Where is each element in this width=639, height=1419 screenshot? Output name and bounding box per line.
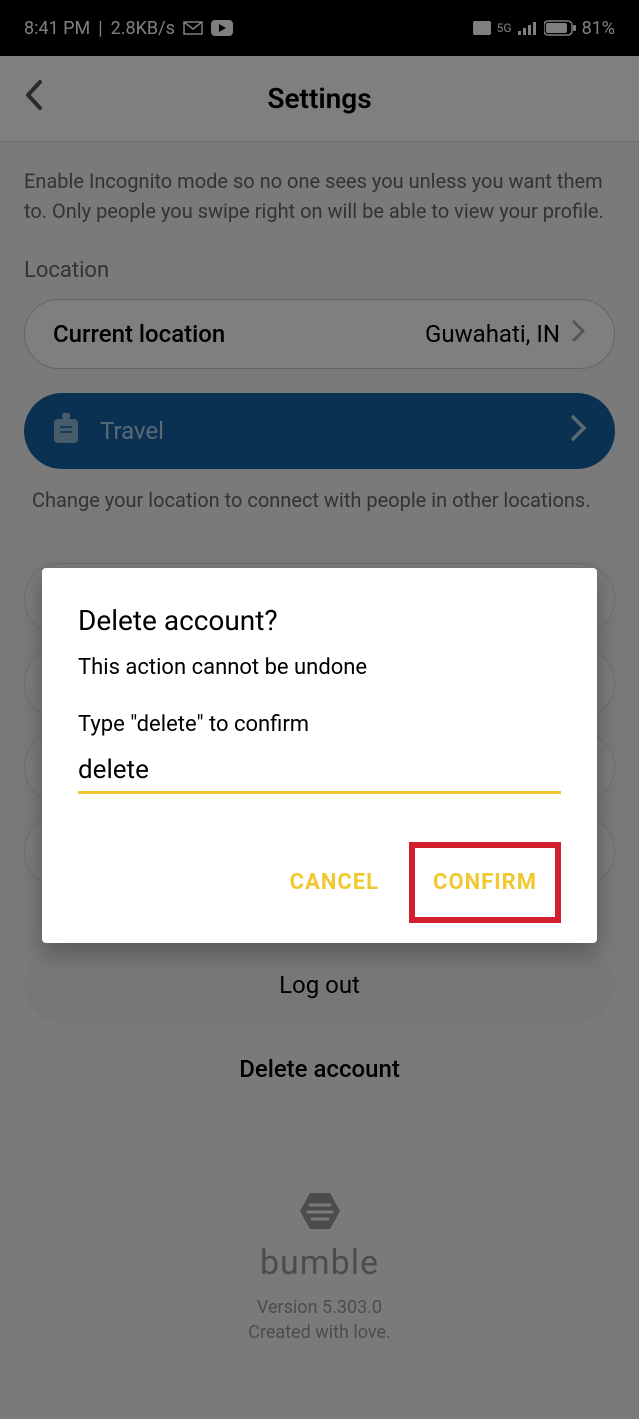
cancel-button[interactable]: CANCEL [278,856,391,909]
confirm-delete-input[interactable] [78,755,561,785]
confirm-button[interactable]: CONFIRM [421,856,549,909]
delete-account-dialog: Delete account? This action cannot be un… [42,568,597,943]
dialog-prompt: Type "delete" to confirm [78,712,561,737]
dialog-actions: CANCEL CONFIRM [78,842,561,923]
confirm-highlight: CONFIRM [409,842,561,923]
dialog-subtitle: This action cannot be undone [78,655,561,680]
dialog-title: Delete account? [78,604,561,637]
modal-overlay[interactable]: Delete account? This action cannot be un… [0,0,639,1419]
dialog-input-wrap [78,755,561,794]
